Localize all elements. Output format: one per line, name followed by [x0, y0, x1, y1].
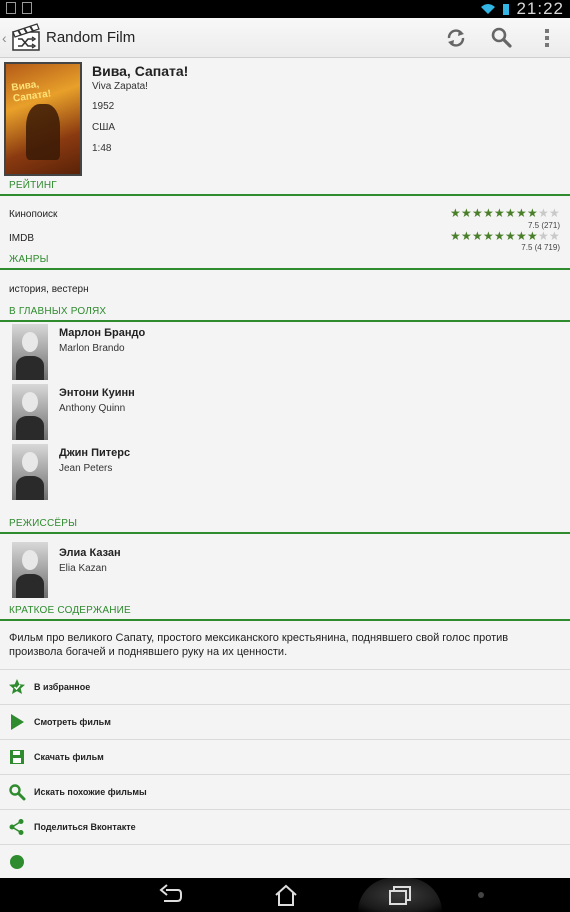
cast-item[interactable]: Энтони Куинн Anthony Quinn: [0, 382, 570, 442]
genres-text: история, вестерн: [9, 284, 89, 295]
rating-star-icon: ★: [483, 206, 494, 220]
rating-star-icon: ★: [472, 206, 483, 220]
rating-star-icon: ★: [527, 206, 538, 220]
favorites-label: В избранное: [34, 682, 91, 692]
section-rating-header: РЕЙТИНГ: [0, 179, 570, 196]
share-vk-label: Поделиться Вконтакте: [34, 822, 136, 832]
rating-source-imdb: IMDB: [9, 233, 34, 244]
actor-name: Энтони Куинн: [59, 387, 135, 399]
download-movie-button[interactable]: Скачать фильм: [0, 739, 570, 774]
download-label: Скачать фильм: [34, 752, 104, 762]
rating-star-icon: ★: [516, 206, 527, 220]
overflow-menu-icon[interactable]: [534, 25, 560, 51]
rating-star-icon: ★: [450, 229, 461, 243]
rating-star-icon: ★: [483, 229, 494, 243]
rating-star-icon: ★: [461, 229, 472, 243]
section-cast-header: В ГЛАВНЫХ РОЛЯХ: [0, 305, 570, 322]
movie-original-title: Viva Zapata!: [92, 81, 148, 92]
movie-poster[interactable]: Вива, Сапата!: [4, 62, 82, 176]
share-vk-button[interactable]: Поделиться Вконтакте: [0, 809, 570, 844]
status-bar: 21:22: [0, 0, 570, 18]
rating-star-icon: ★: [527, 229, 538, 243]
movie-duration: 1:48: [92, 143, 112, 154]
notification-file-icon: [6, 2, 16, 14]
menu-dot-icon[interactable]: [478, 892, 484, 898]
poster-figure: [26, 104, 60, 160]
rating-star-icon: ★: [505, 206, 516, 220]
ratings: Кинопоиск ★ ★ ★ ★ ★ ★ ★ ★ ★ ★ 7.5 (271) IMDB ★ ★ ★ ★…: [0, 196, 570, 253]
wifi-icon: [481, 4, 496, 14]
home-icon[interactable]: [272, 883, 300, 907]
director-photo: [12, 542, 48, 598]
battery-icon: [503, 3, 510, 15]
rating-star-icon: ★: [538, 206, 549, 220]
film-details[interactable]: Вива, Сапата! Вива, Сапата! Viva Zapata!…: [0, 59, 570, 878]
find-similar-button[interactable]: Искать похожие фильмы: [0, 774, 570, 809]
summary-text: Фильм про великого Сапату, простого мекс…: [9, 632, 509, 658]
actor-photo: [12, 444, 48, 500]
rating-source-kinopoisk: Кинопоиск: [9, 209, 58, 220]
movie-title: Вива, Сапата!: [92, 63, 189, 79]
rating-star-icon: ★: [494, 206, 505, 220]
more-actions-partial[interactable]: [0, 844, 570, 878]
director-original-name: Elia Kazan: [59, 563, 107, 574]
rating-star-icon: ★: [505, 229, 516, 243]
movie-country: США: [92, 122, 116, 133]
globe-icon: [10, 855, 24, 869]
status-right: 21:22: [480, 0, 564, 18]
rating-summary-imdb: 7.5 (4 719): [521, 243, 560, 252]
movie-year: 1952: [92, 101, 115, 112]
movie-header: Вива, Сапата! Вива, Сапата! Viva Zapata!…: [0, 59, 570, 179]
notification-image-icon: [22, 2, 32, 14]
share-icon: [9, 819, 24, 835]
search-icon: [9, 784, 26, 801]
save-icon: [10, 750, 24, 764]
rating-star-icon: ★: [516, 229, 527, 243]
action-bar: ‹ Random Film: [0, 18, 570, 58]
play-icon: [11, 714, 24, 730]
app-clapperboard-icon[interactable]: [10, 21, 42, 53]
actor-photo: [12, 324, 48, 380]
back-icon[interactable]: [156, 883, 184, 907]
rating-star-icon: ★: [450, 206, 461, 220]
up-caret-icon[interactable]: ‹: [2, 30, 8, 46]
rating-star-icon: ★: [549, 229, 560, 243]
actor-original-name: Marlon Brando: [59, 343, 125, 354]
clock: 21:22: [516, 0, 564, 18]
rating-star-icon: ★: [472, 229, 483, 243]
director-item[interactable]: Элиа Казан Elia Kazan: [0, 534, 570, 604]
section-genres-header: ЖАНРЫ: [0, 253, 570, 270]
rating-star-icon: ★: [538, 229, 549, 243]
find-similar-label: Искать похожие фильмы: [34, 787, 147, 797]
actor-name: Марлон Брандо: [59, 327, 146, 339]
section-directors-header: РЕЖИССЁРЫ: [0, 517, 570, 534]
watch-movie-button[interactable]: Смотреть фильм: [0, 704, 570, 739]
poster-title: Вива, Сапата!: [10, 78, 52, 105]
favorite-star-icon: [9, 679, 25, 694]
rating-star-icon: ★: [494, 229, 505, 243]
app-title: Random Film: [46, 29, 136, 46]
actor-original-name: Jean Peters: [59, 463, 113, 474]
director-name: Элиа Казан: [59, 547, 121, 559]
cast-item[interactable]: Марлон Брандо Marlon Brando: [0, 322, 570, 382]
add-to-favorites-button[interactable]: В избранное: [0, 669, 570, 704]
watch-label: Смотреть фильм: [34, 717, 111, 727]
refresh-icon[interactable]: [443, 25, 469, 51]
actor-name: Джин Питерс: [59, 447, 131, 459]
notification-icons: [6, 2, 32, 14]
rating-star-icon: ★: [461, 206, 472, 220]
recent-apps-icon[interactable]: [386, 883, 414, 907]
rating-stars-kinopoisk: ★ ★ ★ ★ ★ ★ ★ ★ ★ ★: [450, 207, 560, 219]
rating-stars-imdb: ★ ★ ★ ★ ★ ★ ★ ★ ★ ★: [450, 230, 560, 242]
cast-item[interactable]: Джин Питерс Jean Peters: [0, 442, 570, 502]
system-navigation-bar: [0, 878, 570, 912]
actor-photo: [12, 384, 48, 440]
actor-original-name: Anthony Quinn: [59, 403, 126, 414]
rating-star-icon: ★: [549, 206, 560, 220]
section-summary-header: КРАТКОЕ СОДЕРЖАНИЕ: [0, 604, 570, 621]
search-icon[interactable]: [489, 25, 515, 51]
